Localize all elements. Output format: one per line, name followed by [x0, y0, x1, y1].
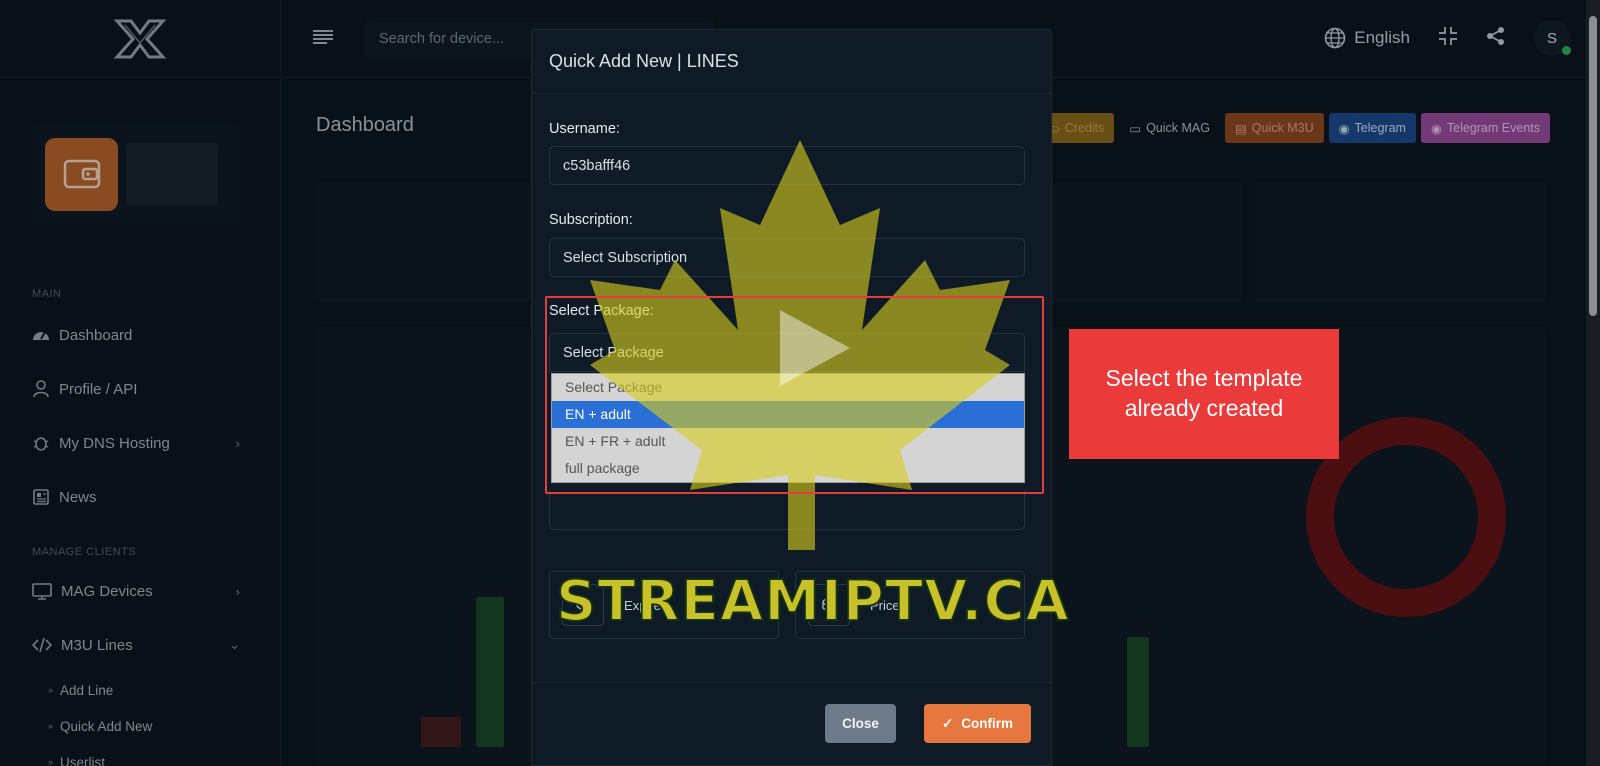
- instruction-callout: Select the template already created: [1069, 329, 1339, 459]
- calendar-icon: [562, 584, 604, 626]
- package-highlight-box: [545, 296, 1044, 494]
- coin-icon: [808, 584, 850, 626]
- modal-footer: Close ✓ Confirm: [532, 682, 1051, 766]
- confirm-button-label: Confirm: [961, 716, 1014, 731]
- notes-textarea[interactable]: [549, 490, 1025, 530]
- scroll-thumb[interactable]: [1589, 16, 1597, 316]
- username-value: c53bafff46: [563, 157, 631, 174]
- price-label: Price: [870, 597, 900, 613]
- subscription-select[interactable]: Select Subscription: [549, 238, 1025, 277]
- close-button[interactable]: Close: [825, 704, 896, 743]
- expire-label: Expire: [624, 597, 661, 613]
- modal-title: Quick Add New | LINES: [532, 30, 1051, 94]
- username-field[interactable]: c53bafff46: [549, 146, 1025, 185]
- check-icon: ✓: [941, 715, 954, 731]
- price-box: Price: [795, 571, 1025, 639]
- subscription-label: Subscription:: [549, 212, 633, 228]
- confirm-button[interactable]: ✓ Confirm: [924, 704, 1031, 743]
- page-scrollbar[interactable]: [1586, 0, 1600, 766]
- expire-box: Expire: [549, 571, 779, 639]
- subscription-value: Select Subscription: [563, 249, 688, 266]
- close-button-label: Close: [842, 716, 879, 731]
- username-label: Username:: [549, 121, 620, 137]
